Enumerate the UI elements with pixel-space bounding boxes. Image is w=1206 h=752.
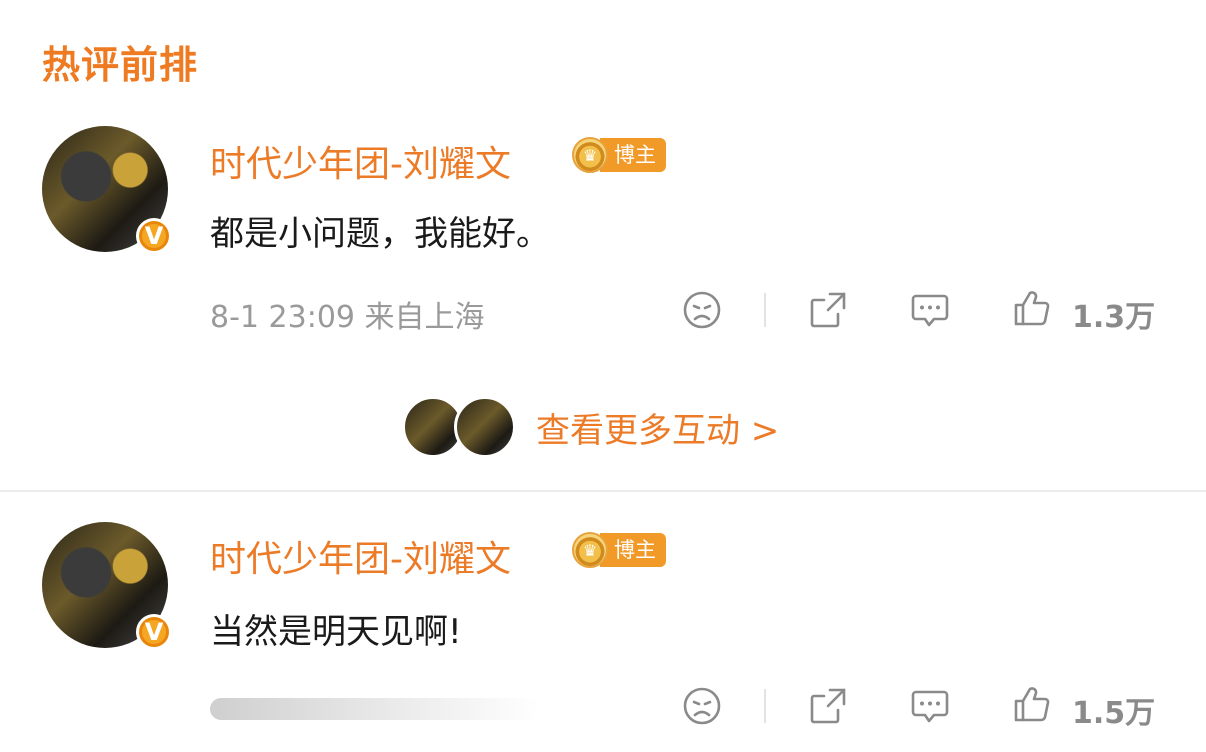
comment-text: 都是小问题，我能好。 — [210, 214, 550, 254]
comment-divider — [0, 490, 1206, 492]
username[interactable]: 时代少年团-刘耀文 — [210, 530, 511, 582]
verified-badge-icon: V — [136, 614, 172, 650]
blogger-badge: ♛ 博主 — [572, 532, 666, 568]
blogger-badge-label: 博主 — [600, 138, 666, 172]
avatar[interactable]: V — [42, 522, 172, 650]
blogger-badge: ♛ 博主 — [572, 137, 666, 173]
dislike-face-icon[interactable] — [682, 290, 722, 330]
avatar[interactable]: V — [42, 126, 172, 254]
comment-icon[interactable] — [910, 686, 950, 726]
dislike-face-icon[interactable] — [682, 686, 722, 726]
like-icon[interactable] — [1012, 288, 1052, 328]
share-icon[interactable] — [808, 686, 848, 726]
mini-avatar — [454, 396, 516, 458]
comment-text: 当然是明天见啊! — [210, 612, 462, 652]
comment-meta: 8-1 23:09 来自上海 — [210, 300, 485, 335]
like-count: 1.5万 — [1072, 696, 1156, 731]
share-icon[interactable] — [808, 290, 848, 330]
blurred-meta — [210, 698, 540, 720]
blogger-badge-label: 博主 — [600, 533, 666, 567]
action-divider — [764, 689, 766, 723]
verified-badge-icon: V — [136, 218, 172, 254]
view-more-label[interactable]: 查看更多互动 > — [536, 403, 779, 452]
username[interactable]: 时代少年团-刘耀文 — [210, 135, 511, 187]
like-count: 1.3万 — [1072, 300, 1156, 335]
comment-icon[interactable] — [910, 290, 950, 330]
crown-icon: ♛ — [572, 137, 608, 173]
view-more-interactions[interactable]: 查看更多互动 > — [402, 394, 779, 460]
section-title: 热评前排 — [42, 43, 199, 87]
action-divider — [764, 293, 766, 327]
crown-icon: ♛ — [572, 532, 608, 568]
like-icon[interactable] — [1012, 684, 1052, 724]
